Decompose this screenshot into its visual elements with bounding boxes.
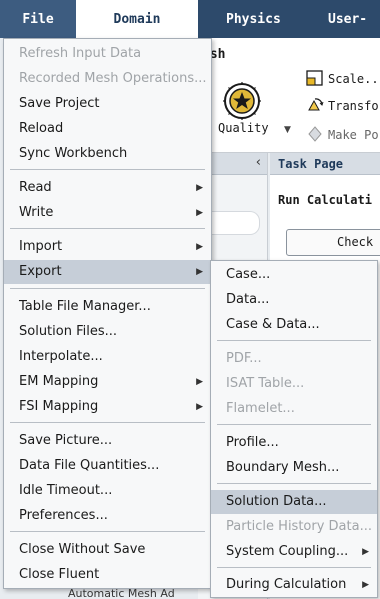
menu-separator [10,228,205,229]
menu-item-data-file-quantities[interactable]: Data File Quantities... [4,454,211,478]
menu-item-export-particle-history-data: Particle History Data... [226,519,372,534]
scale-button[interactable]: Scale.. [306,70,379,86]
ribbon: esh Quality ▼ Scale.. Transfo Make Po [198,38,380,153]
menu-bar: File Domain Physics User-De [0,0,380,67]
menu-separator [217,340,371,341]
tab-user-defined[interactable]: User-De [328,0,380,67]
menu-item-export-solution-data[interactable]: Solution Data... [211,490,377,514]
menu-item-export-profile[interactable]: Profile... [211,431,377,455]
menu-item-table-file-manager[interactable]: Table File Manager... [4,295,211,319]
menu-item-write[interactable]: Write ▶ [4,201,211,225]
menu-item-export-case-and-data[interactable]: Case & Data... [211,313,377,337]
tab-physics[interactable]: Physics [226,0,281,38]
menu-separator [10,169,205,170]
menu-item-close-without-save[interactable]: Close Without Save [4,538,211,562]
menu-item-save-picture[interactable]: Save Picture... [4,429,211,453]
tree-item-partial: Automatic Mesh Ad [68,589,175,599]
menu-item-import[interactable]: Import ▶ [4,235,211,259]
transform-icon [308,98,324,111]
menu-item-export-flamelet: Flamelet... [226,401,295,416]
menu-item-solution-files[interactable]: Solution Files... [4,320,211,344]
scale-label: Scale.. [328,72,379,86]
menu-item-export-data[interactable]: Data... [211,288,377,312]
menu-item-export-during-calculation[interactable]: During Calculation ▶ [211,573,377,597]
tab-file[interactable]: File [0,0,76,38]
menu-item-sync-workbench[interactable]: Sync Workbench [4,142,211,166]
triangle-right-icon: ▶ [196,402,203,412]
menu-item-recorded-mesh-operations: Recorded Mesh Operations... [19,71,207,86]
make-polyhedra-button[interactable]: Make Po [306,126,379,142]
menu-separator [217,483,371,484]
menu-item-em-mapping[interactable]: EM Mapping ▶ [4,370,211,394]
quality-button-label[interactable]: Quality [218,121,269,135]
file-menu: Refresh Input Data Recorded Mesh Operati… [3,38,212,589]
menu-item-export[interactable]: Export ▶ [4,260,211,284]
run-calculation-heading: Run Calculati [278,193,372,207]
task-page-title: Task Page [270,153,380,175]
triangle-right-icon: ▶ [196,242,203,252]
triangle-right-icon: ▶ [196,208,203,218]
menu-item-fsi-mapping[interactable]: FSI Mapping ▶ [4,395,211,419]
menu-separator [10,531,205,532]
tab-domain[interactable]: Domain [76,0,198,38]
menu-item-idle-timeout[interactable]: Idle Timeout... [4,479,211,503]
triangle-right-icon: ▶ [196,267,203,277]
menu-separator [10,288,205,289]
make-polyhedra-icon [308,126,322,142]
menu-item-close-fluent[interactable]: Close Fluent [4,563,211,587]
menu-separator [10,422,205,423]
menu-item-preferences[interactable]: Preferences... [4,504,211,528]
triangle-right-icon: ▶ [362,547,369,557]
triangle-right-icon: ▶ [196,377,203,387]
menu-item-export-case[interactable]: Case... [211,263,377,287]
menu-separator [217,424,371,425]
quality-dropdown-arrow-icon[interactable]: ▼ [284,125,291,135]
chevron-left-icon[interactable]: ‹ [256,155,261,170]
menu-item-export-isat-table: ISAT Table... [226,376,305,391]
transform-label: Transfo [328,99,379,113]
menu-item-export-boundary-mesh[interactable]: Boundary Mesh... [211,456,377,480]
quality-gauge-icon[interactable] [222,81,262,121]
transform-button[interactable]: Transfo [306,97,379,113]
triangle-right-icon: ▶ [362,580,369,590]
menu-item-reload[interactable]: Reload [4,117,211,141]
menu-item-export-pdf: PDF... [226,351,262,366]
make-polyhedra-label: Make Po [328,128,379,142]
menu-item-interpolate[interactable]: Interpolate... [4,345,211,369]
menu-item-read[interactable]: Read ▶ [4,176,211,200]
menu-item-refresh-input-data: Refresh Input Data [19,46,142,61]
export-submenu: Case... Data... Case & Data... PDF... IS… [210,260,378,598]
scale-icon [306,70,323,86]
menu-item-export-system-coupling[interactable]: System Coupling... ▶ [211,540,377,564]
check-button[interactable]: Check [286,229,380,256]
menu-separator [217,567,371,568]
triangle-right-icon: ▶ [196,183,203,193]
menu-item-save-project[interactable]: Save Project [4,92,211,116]
